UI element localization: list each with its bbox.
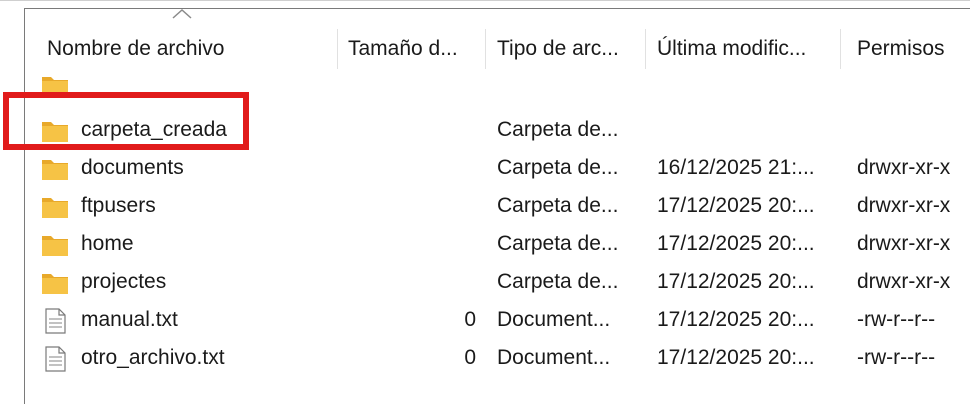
column-divider[interactable] (485, 29, 486, 69)
file-name-cell: manual.txt (81, 308, 178, 331)
file-type-cell: Document... (497, 346, 611, 369)
file-name-cell: otro_archivo.txt (81, 346, 225, 369)
file-size-cell: 0 (464, 346, 476, 369)
file-type-cell: Carpeta de... (497, 118, 619, 141)
column-header-size[interactable]: Tamaño d... (348, 9, 478, 73)
column-divider[interactable] (840, 29, 841, 69)
folder-icon (41, 232, 69, 258)
file-type-cell: Carpeta de... (497, 194, 619, 217)
file-type-cell: Carpeta de... (497, 232, 619, 255)
file-modified-cell: 17/12/2025 20:... (657, 194, 815, 217)
file-name-cell: home (81, 232, 134, 255)
column-header-type[interactable]: Tipo de arc... (497, 9, 643, 73)
file-perms-cell: -rw-r--r-- (857, 308, 936, 331)
file-row[interactable]: carpeta_creada Carpeta de... (25, 111, 970, 149)
folder-icon (41, 73, 69, 99)
file-modified-cell: 17/12/2025 20:... (657, 308, 815, 331)
folder-icon (41, 270, 69, 296)
file-perms-cell: drwxr-xr-x (857, 194, 951, 217)
file-row[interactable]: otro_archivo.txt 0 Document... 17/12/2025 2… (25, 339, 970, 377)
file-modified-cell: 17/12/2025 20:... (657, 270, 815, 293)
file-perms-cell: drwxr-xr-x (857, 270, 951, 293)
file-type-cell: Document... (497, 308, 611, 331)
file-perms-cell: drwxr-xr-x (857, 156, 951, 179)
file-row[interactable] (25, 73, 970, 111)
file-modified-cell: 17/12/2025 20:... (657, 232, 815, 255)
file-modified-cell: 17/12/2025 20:... (657, 346, 815, 369)
remote-file-list[interactable]: Nombre de archivo Tamaño d... Tipo de ar… (24, 8, 970, 404)
file-row[interactable]: manual.txt 0 Document... 17/12/2025 20:... -… (25, 301, 970, 339)
file-perms-cell: -rw-r--r-- (857, 346, 936, 369)
column-divider[interactable] (645, 29, 646, 69)
file-modified-cell: 16/12/2025 21:... (657, 156, 815, 179)
file-row[interactable]: documents Carpeta de... 16/12/2025 21:... d… (25, 149, 970, 187)
file-name-cell: documents (81, 156, 184, 179)
file-row[interactable]: home Carpeta de... 17/12/2025 20:... drwxr-… (25, 225, 970, 263)
file-row[interactable]: projectes Carpeta de... 17/12/2025 20:... d… (25, 263, 970, 301)
file-name-cell: ftpusers (81, 194, 156, 217)
folder-icon (41, 156, 69, 182)
text-file-icon (41, 346, 69, 372)
column-divider[interactable] (337, 29, 338, 69)
file-perms-cell: drwxr-xr-x (857, 232, 951, 255)
file-name-cell: carpeta_creada (81, 118, 227, 141)
file-name-cell: projectes (81, 270, 167, 293)
file-row[interactable]: ftpusers Carpeta de... 17/12/2025 20:... dr… (25, 187, 970, 225)
column-header-modified[interactable]: Última modific... (657, 9, 837, 73)
file-list-header: Nombre de archivo Tamaño d... Tipo de ar… (25, 8, 970, 73)
file-type-cell: Carpeta de... (497, 270, 619, 293)
column-header-permissions[interactable]: Permisos (857, 9, 967, 73)
file-type-cell: Carpeta de... (497, 156, 619, 179)
folder-icon (41, 194, 69, 220)
folder-icon (41, 118, 69, 144)
file-size-cell: 0 (464, 308, 476, 331)
window-top-edge (0, 0, 970, 7)
column-header-name[interactable]: Nombre de archivo (47, 9, 347, 73)
text-file-icon (41, 308, 69, 334)
